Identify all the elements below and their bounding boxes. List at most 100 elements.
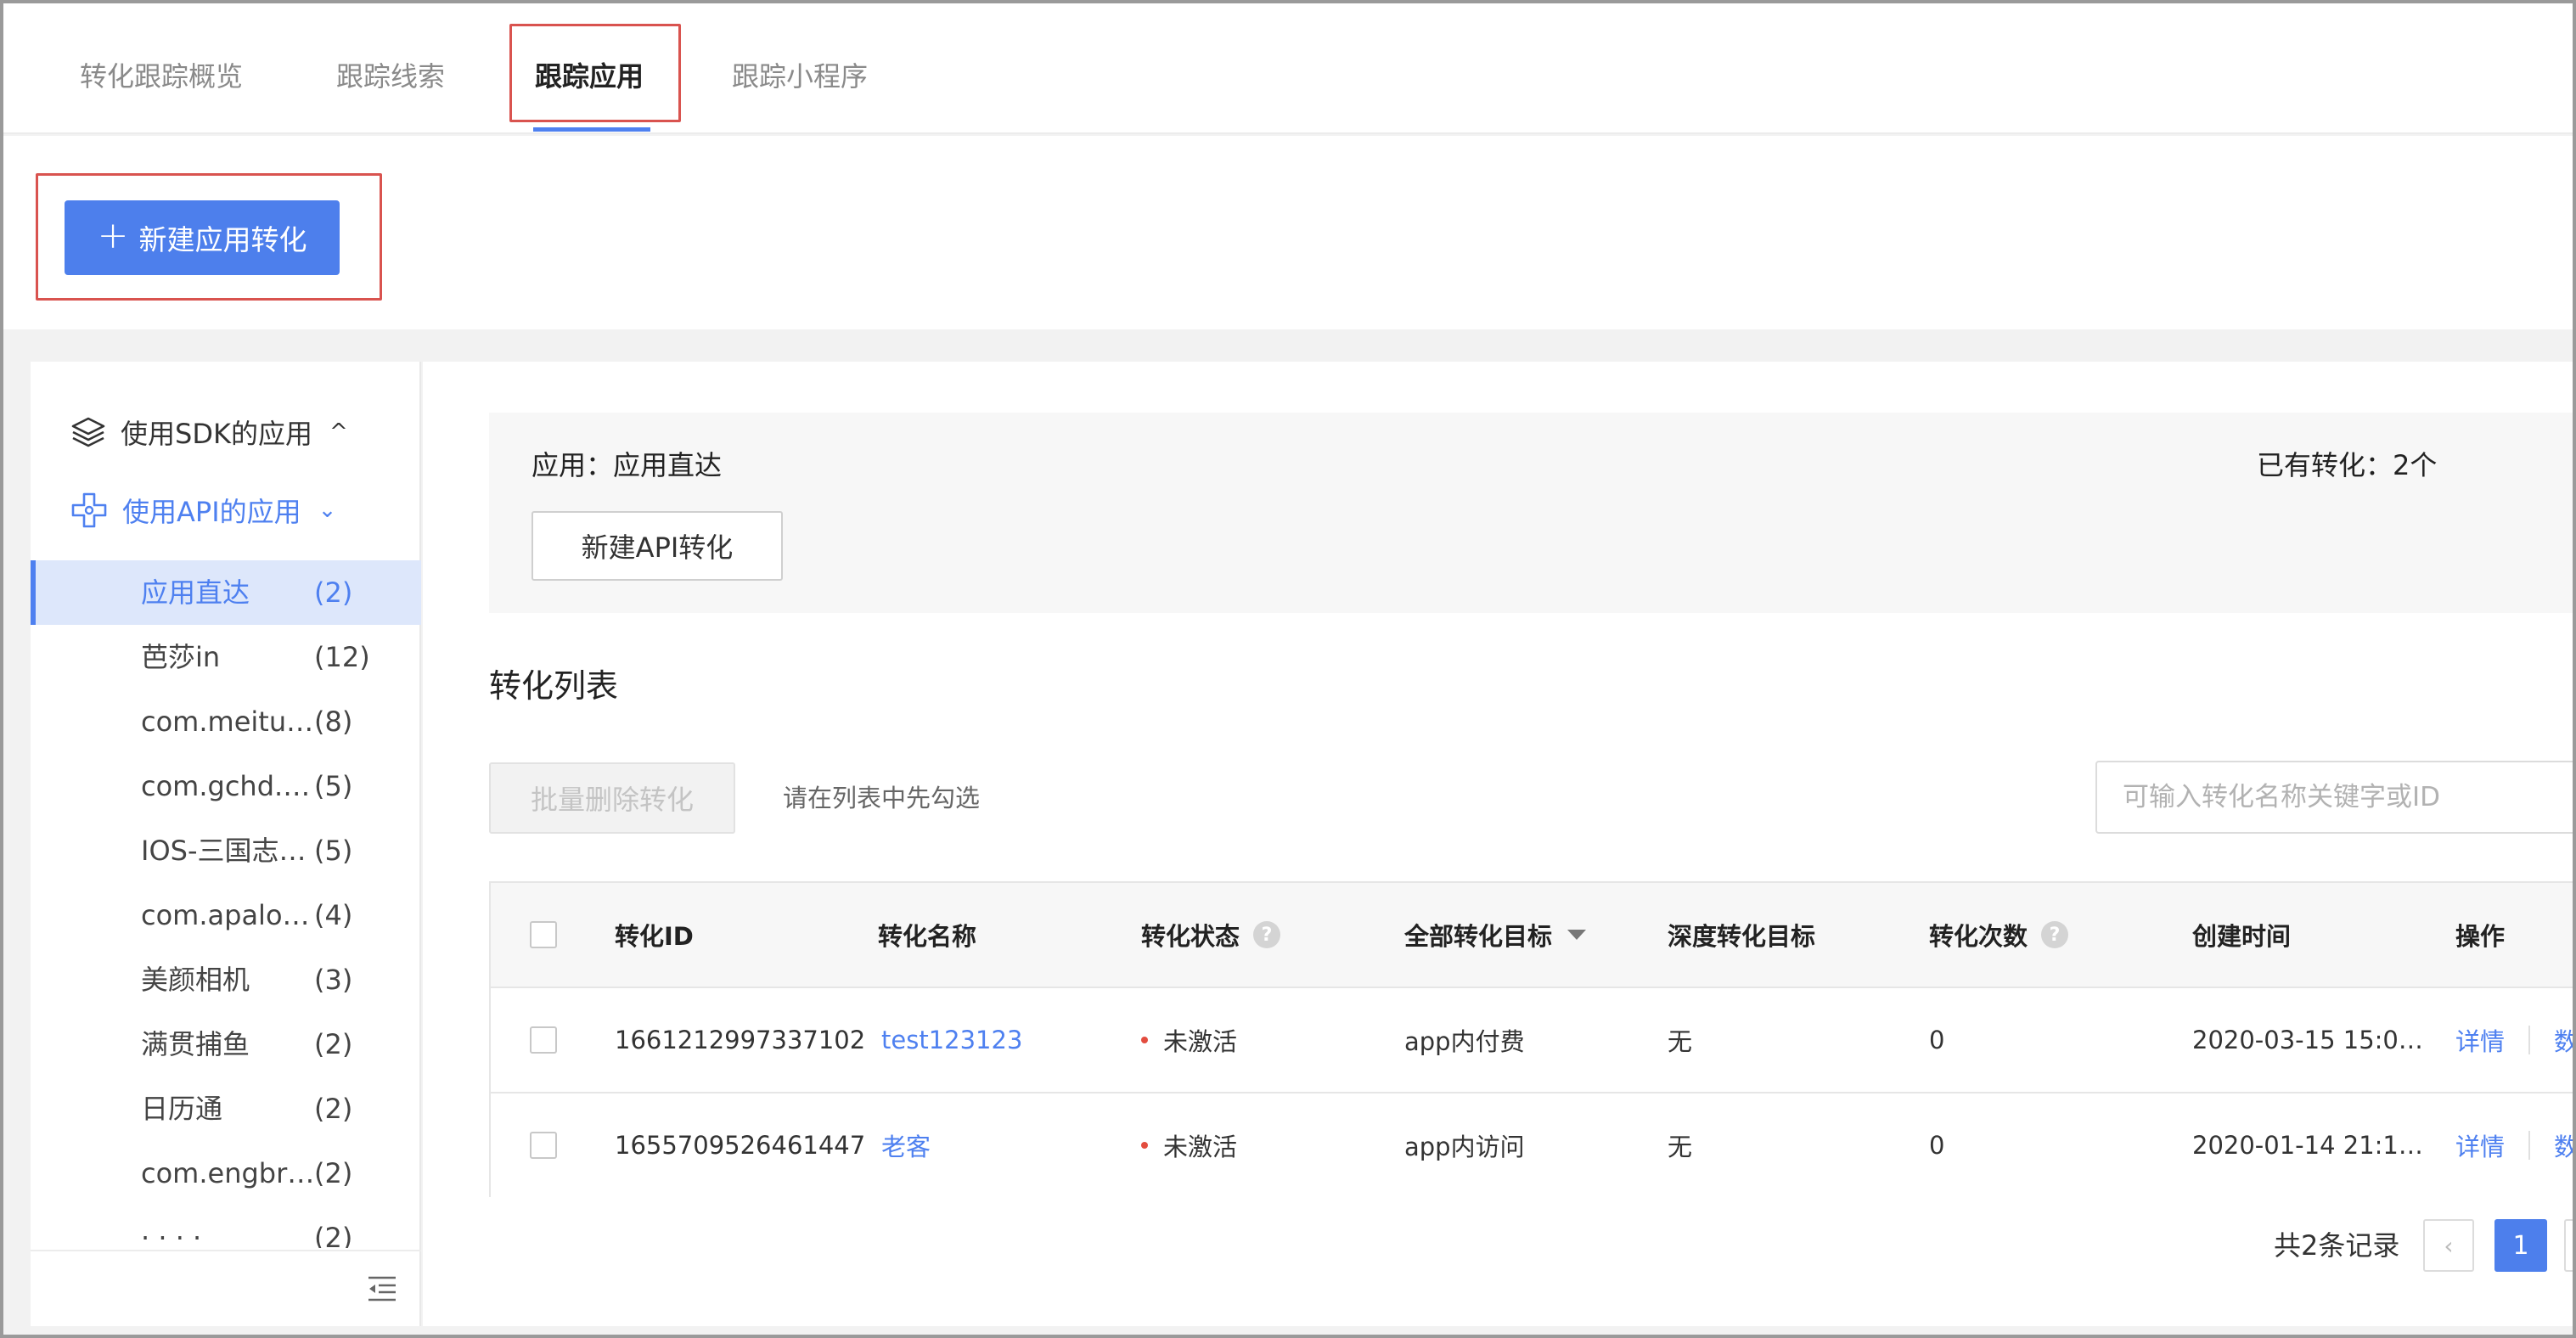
sidebar-item-app[interactable]: IOS-三国志… (5): [31, 818, 421, 883]
col-name: 转化名称: [878, 922, 977, 951]
detail-link[interactable]: 详情: [2455, 1127, 2505, 1163]
col-count: 转化次数 ?: [1929, 883, 2069, 987]
sidebar-item-app[interactable]: 美颜相机 (3): [31, 947, 421, 1012]
dropdown-caret-icon: [1567, 930, 1587, 940]
search-input[interactable]: [2095, 761, 2573, 834]
tab-overview[interactable]: 转化跟踪概览: [80, 58, 243, 95]
sidebar-item-app[interactable]: 满贯捕鱼 (2): [31, 1012, 421, 1077]
conversion-status: 未激活: [1141, 1093, 1237, 1197]
tab-track-leads[interactable]: 跟踪线索: [336, 58, 445, 95]
app-name: com.apalo…: [141, 899, 310, 931]
conversion-name-link[interactable]: 老客: [881, 1093, 931, 1197]
app-count: (4): [314, 899, 353, 931]
app-name: · · · ·: [141, 1222, 202, 1248]
col-status-label: 转化状态: [1141, 922, 1240, 951]
conversion-target: app内访问: [1404, 1133, 1525, 1161]
col-target-label: 全部转化目标: [1404, 922, 1553, 951]
row-actions: 详情 数据: [2455, 988, 2573, 1092]
app-window: 转化跟踪概览 跟踪线索 跟踪应用 跟踪小程序 + 新建应用转化 使用SDK的应用…: [0, 0, 2576, 1338]
app-count: (3): [314, 964, 353, 996]
conversion-tabs: 转化跟踪概览 跟踪线索 跟踪应用 跟踪小程序: [3, 3, 2573, 134]
app-name: 满贯捕鱼: [141, 1028, 250, 1060]
prev-page-button[interactable]: ‹: [2423, 1219, 2474, 1272]
row-actions: 详情 数据: [2455, 1093, 2573, 1197]
app-count: (5): [314, 770, 353, 802]
new-app-conversion-button[interactable]: + 新建应用转化: [65, 200, 340, 275]
action-divider: [2528, 1131, 2531, 1160]
detail-link[interactable]: 详情: [2455, 1022, 2505, 1058]
chevron-down-icon: ⌄: [318, 498, 337, 523]
conversion-table: 转化ID 转化名称 转化状态 ? 全部转化目标 深度转化目标 转化次数 ? 创建…: [489, 881, 2573, 1197]
app-sidebar: 使用SDK的应用 ^ 使用API的应用 ⌄ 应用直达 (2) 芭莎in (12)…: [31, 362, 421, 1326]
existing-conversions-count: 已有转化：2个: [2257, 449, 2438, 481]
total-records: 共2条记录: [2274, 1229, 2400, 1262]
deep-conversion-target: 无: [1668, 1133, 1693, 1161]
new-api-conversion-button[interactable]: 新建API转化: [532, 511, 783, 581]
status-label: 未激活: [1163, 1133, 1238, 1161]
active-tab-indicator: [533, 127, 650, 132]
api-icon: [71, 492, 107, 528]
sdk-apps-label: 使用SDK的应用: [121, 418, 312, 450]
conversion-target: app内付费: [1404, 1027, 1525, 1056]
table-header: 转化ID 转化名称 转化状态 ? 全部转化目标 深度转化目标 转化次数 ? 创建…: [491, 883, 2573, 987]
app-count: (8): [314, 706, 353, 738]
conversion-status: 未激活: [1141, 988, 1237, 1092]
next-page-button[interactable]: [2564, 1219, 2573, 1272]
sidebar-item-app[interactable]: com.apalo… (4): [31, 883, 421, 947]
main-panel: 应用：应用直达 已有转化：2个 新建API转化 转化列表 批量删除转化 请在列表…: [423, 362, 2573, 1326]
app-name: 日历通: [141, 1093, 223, 1125]
sidebar-item-app[interactable]: com.gchd.… (5): [31, 754, 421, 818]
data-link[interactable]: 数据: [2554, 1022, 2573, 1058]
action-divider: [2528, 1026, 2531, 1054]
page-1-button[interactable]: 1: [2494, 1219, 2547, 1272]
app-count: (2): [314, 1157, 353, 1189]
api-apps-label: 使用API的应用: [122, 496, 301, 528]
new-app-conversion-label: 新建应用转化: [138, 223, 307, 256]
tab-track-miniprogram[interactable]: 跟踪小程序: [732, 58, 868, 95]
conversion-name-link[interactable]: test123123: [881, 988, 1022, 1092]
sidebar-item-app[interactable]: · · · · (2): [31, 1206, 421, 1248]
sidebar-item-app[interactable]: 应用直达 (2): [31, 560, 421, 625]
current-app-label: 应用：应用直达: [532, 449, 723, 481]
app-count: (2): [314, 576, 353, 609]
col-count-label: 转化次数: [1929, 922, 2028, 951]
col-id: 转化ID: [615, 922, 694, 951]
sdk-apps-group[interactable]: 使用SDK的应用 ^: [70, 411, 348, 453]
help-icon[interactable]: ?: [1253, 921, 1281, 948]
tab-track-apps[interactable]: 跟踪应用: [535, 58, 644, 95]
col-deep-target: 深度转化目标: [1668, 922, 1816, 951]
row-checkbox[interactable]: [530, 1132, 557, 1159]
app-name: com.engbri…: [141, 1157, 318, 1189]
batch-delete-button[interactable]: 批量删除转化: [489, 762, 735, 834]
chevron-up-icon: ^: [329, 419, 348, 445]
api-apps-group[interactable]: 使用API的应用 ⌄: [70, 489, 336, 531]
app-count: (2): [314, 1093, 353, 1125]
sidebar-item-app[interactable]: 芭莎in (12): [31, 625, 421, 689]
row-checkbox[interactable]: [530, 1026, 557, 1054]
sidebar-footer: [31, 1250, 421, 1326]
col-target[interactable]: 全部转化目标: [1404, 883, 1587, 987]
status-dot: [1141, 1142, 1148, 1149]
conversion-id: 1661212997337102: [615, 1026, 866, 1054]
collapse-sidebar-icon[interactable]: [367, 1275, 397, 1302]
app-count: (12): [314, 641, 370, 673]
conversion-list-title: 转化列表: [489, 667, 619, 705]
app-count: (2): [314, 1222, 353, 1248]
created-time: 2020-01-14 21:1…: [2192, 1131, 2423, 1160]
app-name: com.gchd.…: [141, 770, 311, 802]
table-row: 1655709526461447 老客 未激活 app内访问 无 0 2020-…: [491, 1092, 2573, 1197]
help-icon[interactable]: ?: [2041, 921, 2069, 948]
select-all-checkbox[interactable]: [530, 921, 557, 948]
status-label: 未激活: [1163, 1027, 1238, 1056]
data-link[interactable]: 数据: [2554, 1127, 2573, 1163]
col-status: 转化状态 ?: [1141, 883, 1281, 987]
sidebar-item-app[interactable]: com.meitu.… (8): [31, 689, 421, 754]
sidebar-item-app[interactable]: com.engbri… (2): [31, 1141, 421, 1206]
created-time: 2020-03-15 15:0…: [2192, 1026, 2423, 1054]
deep-conversion-target: 无: [1668, 1027, 1693, 1056]
conversion-id: 1655709526461447: [615, 1131, 866, 1160]
sidebar-item-app[interactable]: 日历通 (2): [31, 1077, 421, 1141]
app-count: (5): [314, 835, 353, 867]
app-name: 美颜相机: [141, 964, 250, 996]
col-ops: 操作: [2455, 922, 2506, 951]
